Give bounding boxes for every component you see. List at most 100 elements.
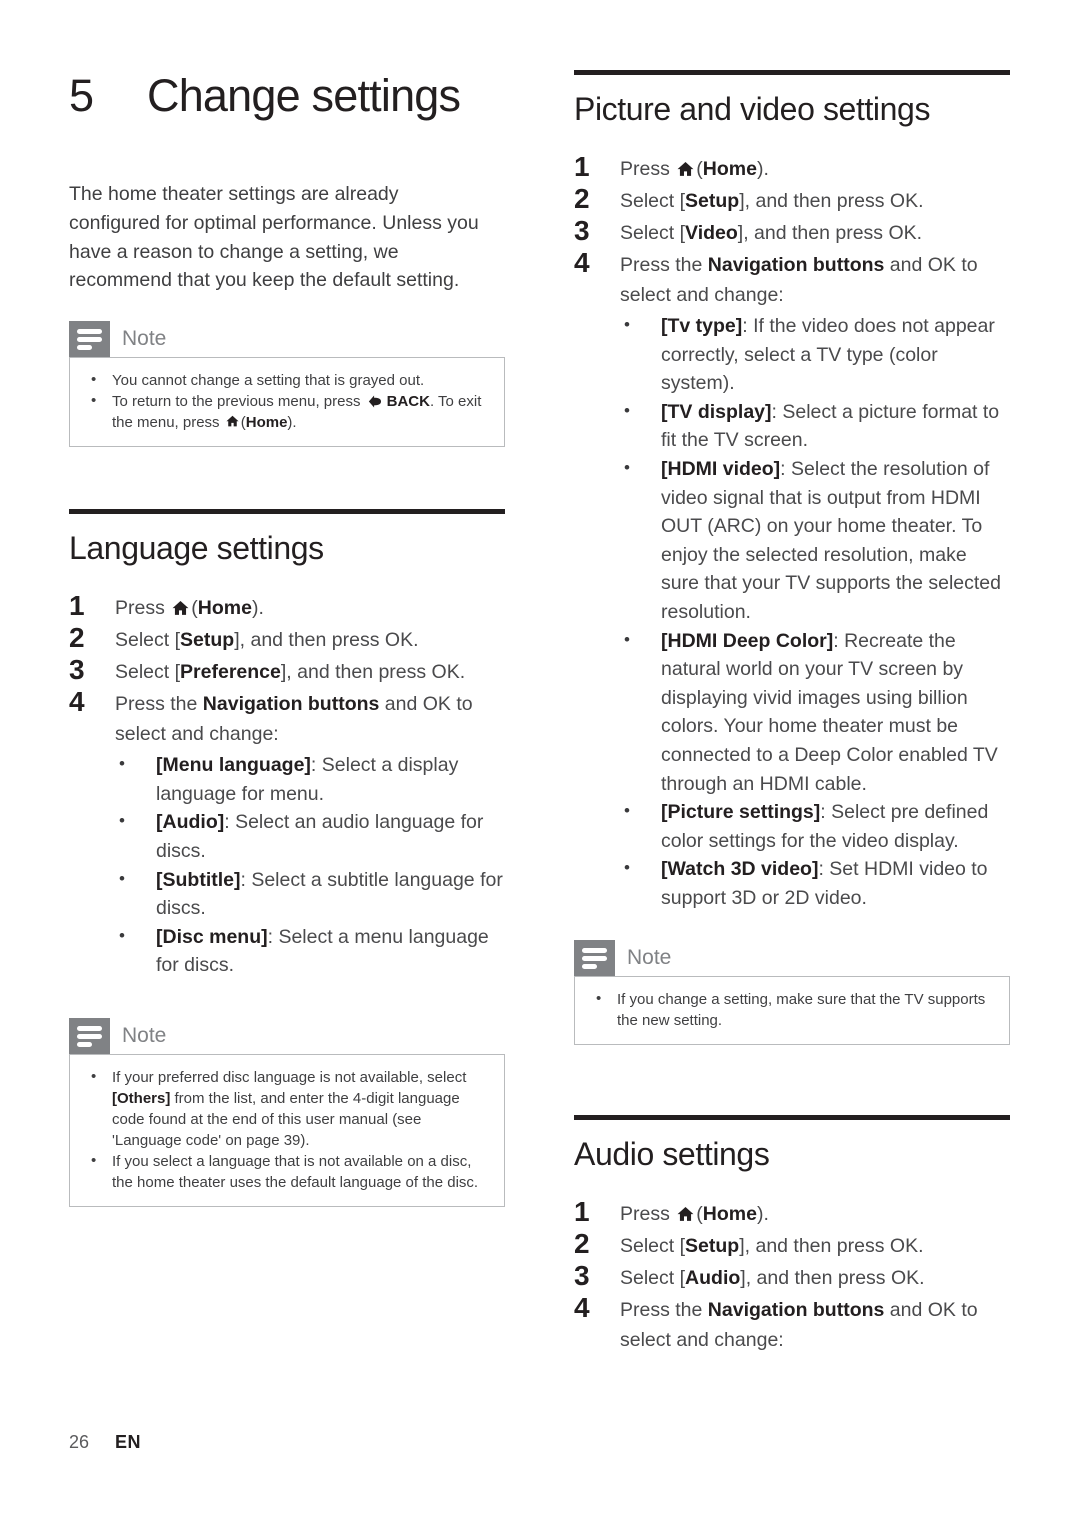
section-picture-video-settings: Picture and video settings Press (Home).… bbox=[574, 70, 1010, 1046]
home-icon bbox=[172, 600, 189, 616]
navigation-buttons-label: Navigation buttons bbox=[202, 693, 380, 716]
list-item: [Subtitle]: Select a subtitle language f… bbox=[115, 865, 505, 923]
bullets-picture-video: [Tv type]: If the video does not appear … bbox=[620, 311, 1010, 912]
note-body: You cannot change a setting that is gray… bbox=[69, 357, 505, 448]
note-box-language: Note If your preferred disc language is … bbox=[69, 1017, 505, 1207]
note-list: You cannot change a setting that is gray… bbox=[84, 369, 490, 433]
note-item-text: You cannot change a setting that is gray… bbox=[112, 372, 425, 390]
home-button-label: Home bbox=[702, 158, 757, 180]
note-list-item: To return to the previous menu, press BA… bbox=[84, 390, 490, 433]
steps-audio: Press (Home). Select [Setup], and then p… bbox=[574, 1196, 1010, 1355]
navigation-buttons-label: Navigation buttons bbox=[707, 254, 885, 276]
note-title: Note bbox=[122, 1023, 167, 1047]
note-header: Note bbox=[574, 940, 1010, 977]
setting-name: [Audio] bbox=[156, 811, 225, 834]
step-text-post: ). bbox=[756, 158, 769, 180]
setting-name: [Watch 3D video] bbox=[661, 858, 819, 881]
home-button-label: Home bbox=[702, 1203, 757, 1226]
section-audio-settings: Audio settings Press (Home). Select [Set… bbox=[574, 1115, 1010, 1355]
menu-option-label: Setup bbox=[685, 1235, 740, 1258]
home-icon bbox=[226, 415, 239, 428]
note-list-item: If you select a language that is not ava… bbox=[84, 1150, 490, 1193]
section-rule bbox=[574, 1115, 1010, 1121]
home-icon bbox=[677, 161, 694, 177]
section-rule bbox=[574, 70, 1010, 75]
step-text-post: ], and then press OK. bbox=[740, 1267, 925, 1290]
section-title-language: Language settings bbox=[69, 530, 324, 567]
steps-language: Press (Home). Select [Setup], and then p… bbox=[69, 590, 505, 980]
step-text-post: ], and then press OK. bbox=[739, 190, 924, 212]
step-text: Press bbox=[620, 1203, 676, 1226]
step-item: Select [Setup], and then press OK. bbox=[574, 1228, 1010, 1261]
step-text: Select [ bbox=[620, 190, 686, 212]
note-item-text: To return to the previous menu, press bbox=[112, 393, 365, 411]
step-text-post: ). bbox=[251, 597, 264, 620]
list-item: [Watch 3D video]: Set HDMI video to supp… bbox=[620, 854, 1010, 912]
menu-option-label: Preference bbox=[180, 661, 281, 684]
section-rule bbox=[69, 509, 505, 515]
setting-name: [Picture settings] bbox=[661, 801, 821, 824]
step-item: Select [Audio], and then press OK. bbox=[574, 1260, 1010, 1293]
page-language-code: EN bbox=[115, 1432, 142, 1452]
list-item: [HDMI video]: Select the resolution of v… bbox=[620, 454, 1010, 627]
back-icon bbox=[368, 394, 385, 408]
note-list-item: If you change a setting, make sure that … bbox=[589, 988, 995, 1031]
note-box-intro: Note You cannot change a setting that is… bbox=[69, 321, 505, 448]
list-item: [TV display]: Select a picture format to… bbox=[620, 397, 1010, 455]
home-button-label: Home bbox=[245, 414, 288, 432]
step-item: Select [Video], and then press OK. bbox=[574, 215, 1010, 248]
list-item: [Disc menu]: Select a menu language for … bbox=[115, 922, 505, 980]
step-text-post: ], and then press OK. bbox=[737, 222, 923, 244]
steps-picture-video: Press (Home). Select [Setup], and then p… bbox=[574, 151, 1010, 912]
bullets-language: [Menu language]: Select a display langua… bbox=[115, 750, 505, 980]
note-list: If you change a setting, make sure that … bbox=[589, 988, 995, 1031]
setting-name: [Disc menu] bbox=[156, 925, 268, 948]
setting-name: [Tv type] bbox=[661, 315, 743, 337]
menu-option-label: Audio bbox=[685, 1267, 741, 1290]
step-text-post: ], and then press OK. bbox=[739, 1235, 924, 1258]
step-text: Press bbox=[115, 597, 171, 620]
note-body: If you change a setting, make sure that … bbox=[574, 976, 1010, 1046]
note-icon bbox=[574, 940, 615, 977]
note-box-picture-video: Note If you change a setting, make sure … bbox=[574, 940, 1010, 1046]
list-item: [HDMI Deep Color]: Recreate the natural … bbox=[620, 626, 1010, 799]
list-item: [Tv type]: If the video does not appear … bbox=[620, 311, 1010, 398]
right-column: Picture and video settings Press (Home).… bbox=[574, 70, 1010, 1357]
step-text: Select [ bbox=[620, 222, 686, 244]
chapter-title: Change settings bbox=[147, 70, 461, 121]
note-header: Note bbox=[69, 1017, 505, 1054]
note-item-text: If your preferred disc language is not a… bbox=[112, 1068, 467, 1086]
note-list-item: You cannot change a setting that is gray… bbox=[84, 369, 490, 391]
note-title: Note bbox=[627, 946, 672, 970]
setting-name: [Menu language] bbox=[156, 754, 311, 777]
step-item: Select [Preference], and then press OK. bbox=[69, 654, 505, 687]
note-icon bbox=[69, 321, 110, 358]
note-body: If your preferred disc language is not a… bbox=[69, 1053, 505, 1207]
section-title-audio: Audio settings bbox=[574, 1136, 770, 1173]
chapter-heading: 5 Change settings bbox=[69, 70, 505, 122]
manual-page: 5 Change settings The home theater setti… bbox=[0, 0, 1080, 1527]
note-item-text: If you select a language that is not ava… bbox=[112, 1152, 479, 1191]
list-item: [Menu language]: Select a display langua… bbox=[115, 750, 505, 808]
list-item: [Audio]: Select an audio language for di… bbox=[115, 807, 505, 865]
setting-name: [HDMI video] bbox=[661, 457, 781, 480]
setting-name: [HDMI Deep Color] bbox=[661, 629, 834, 652]
home-icon bbox=[677, 1206, 694, 1222]
step-text: Press the bbox=[620, 254, 708, 276]
step-text: Press the bbox=[620, 1299, 708, 1322]
list-item: [Picture settings]: Select pre defined c… bbox=[620, 797, 1010, 855]
chapter-intro-paragraph: The home theater settings are already co… bbox=[69, 183, 479, 292]
menu-option-label: Setup bbox=[685, 190, 740, 212]
step-item: Press (Home). bbox=[69, 590, 505, 623]
navigation-buttons-label: Navigation buttons bbox=[707, 1299, 885, 1322]
step-text: Press bbox=[620, 158, 676, 180]
setting-name: [TV display] bbox=[661, 400, 772, 423]
step-text: Select [ bbox=[620, 1235, 686, 1258]
step-item: Press the Navigation buttons and OK to s… bbox=[574, 247, 1010, 912]
step-text-post: ). bbox=[756, 1203, 769, 1226]
home-button-label: Home bbox=[197, 597, 252, 620]
page-number: 26 bbox=[69, 1432, 90, 1452]
menu-option-label: Video bbox=[685, 222, 738, 244]
note-item-text: If you change a setting, make sure that … bbox=[617, 991, 986, 1030]
step-text: Select [ bbox=[115, 629, 181, 652]
